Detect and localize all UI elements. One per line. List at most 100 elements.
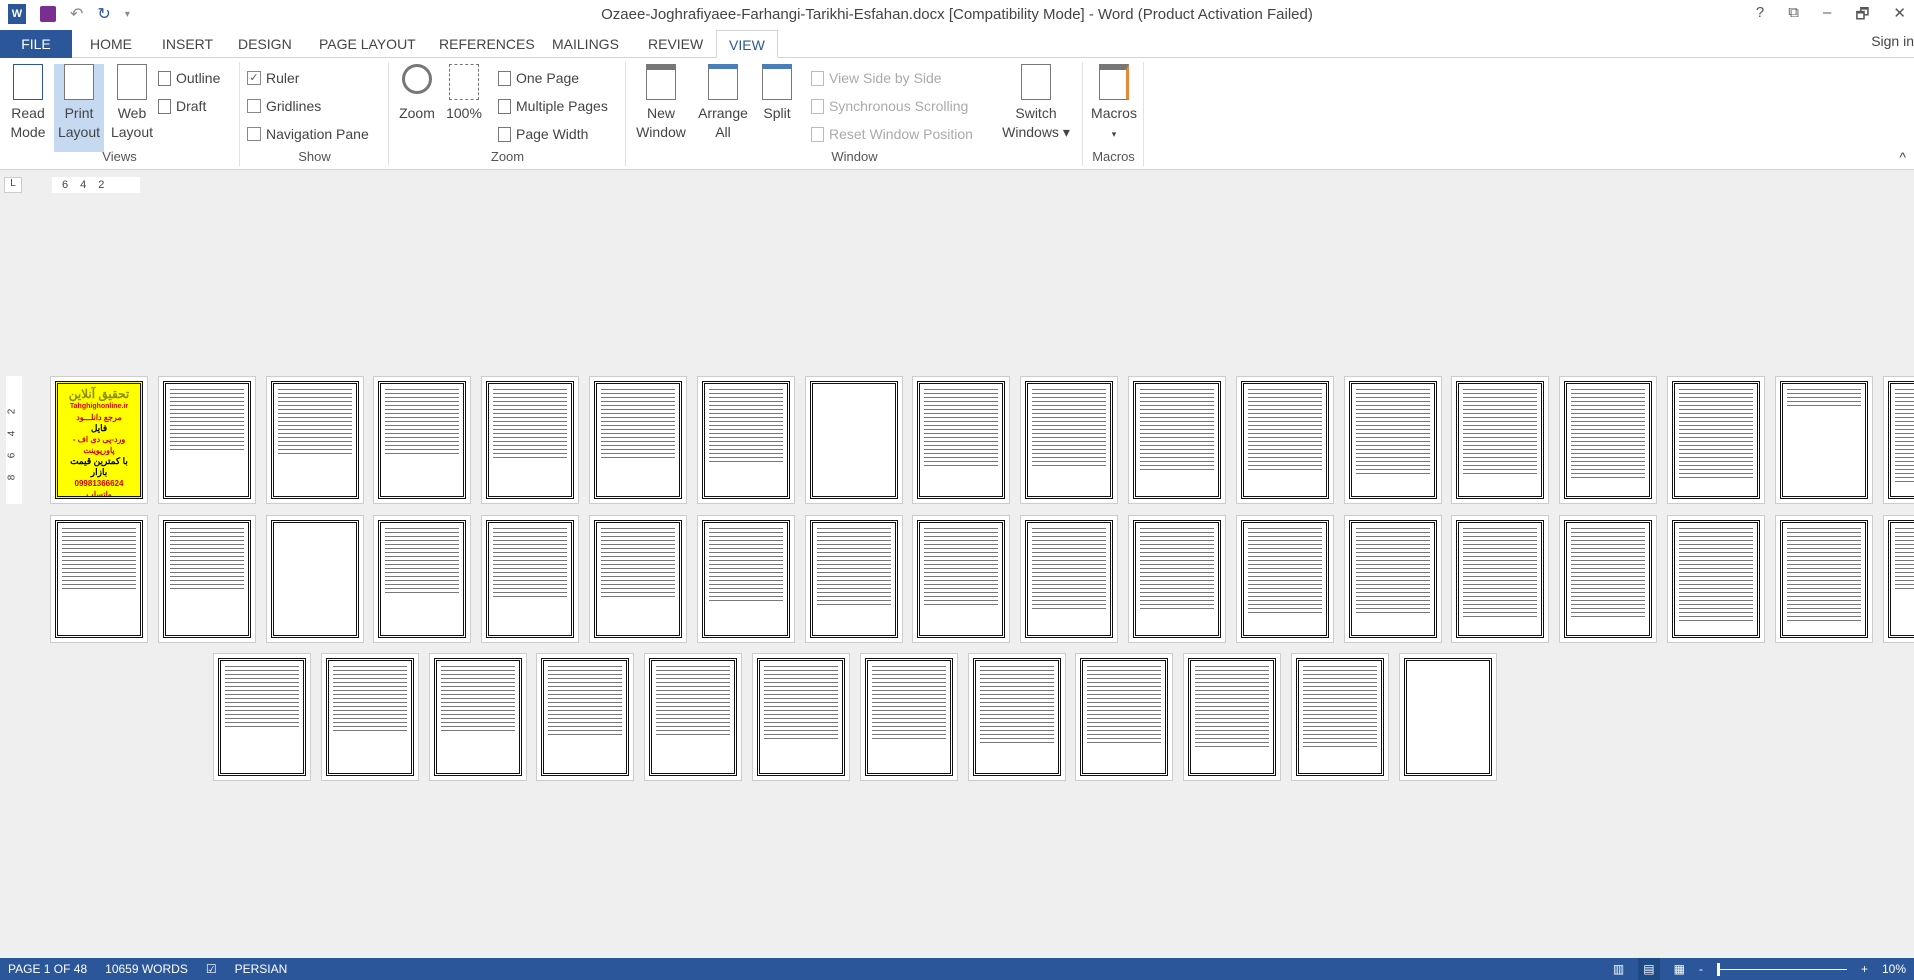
one-page-button[interactable]: One Page xyxy=(498,70,579,86)
help-icon[interactable]: ? xyxy=(1756,4,1764,29)
page-thumbnail[interactable] xyxy=(213,653,311,781)
collapse-ribbon-button[interactable]: ^ xyxy=(1899,149,1906,165)
page-count[interactable]: PAGE 1 OF 48 xyxy=(8,958,87,980)
proofing-icon[interactable]: ☑ xyxy=(206,958,217,980)
page-thumbnail[interactable] xyxy=(967,653,1066,781)
page-thumbnail[interactable] xyxy=(1235,376,1334,504)
page-thumbnail[interactable] xyxy=(1235,515,1334,643)
page-thumbnail[interactable] xyxy=(1075,653,1174,781)
page-thumbnail[interactable] xyxy=(859,653,958,781)
new-window-button[interactable]: New Window xyxy=(631,64,691,142)
page-thumbnail[interactable] xyxy=(589,515,687,643)
navigation-pane-checkbox[interactable]: Navigation Pane xyxy=(247,126,369,142)
web-layout-button[interactable]: Web Layout xyxy=(106,64,158,142)
read-mode-view-icon[interactable]: ▥ xyxy=(1613,958,1624,980)
page-thumbnail[interactable] xyxy=(912,515,1011,643)
page-thumbnail[interactable] xyxy=(1882,515,1914,643)
page-thumbnail[interactable] xyxy=(157,376,256,504)
macros-button[interactable]: Macros ▾ xyxy=(1088,64,1140,144)
page-thumbnail[interactable] xyxy=(157,515,256,643)
page-thumbnail[interactable] xyxy=(536,653,635,781)
restore-icon[interactable]: 🗗 xyxy=(1855,4,1869,29)
tab-page-layout[interactable]: PAGE LAYOUT xyxy=(307,30,428,58)
page-thumbnail[interactable]: تحقیق آنلاین Tahghighonline.ir مرجع دانلــ… xyxy=(50,376,148,504)
page-thumbnail[interactable] xyxy=(320,653,419,781)
switch-windows-button[interactable]: Switch Windows ▾ xyxy=(997,64,1075,142)
page-thumbnail[interactable] xyxy=(1774,376,1873,504)
page-thumbnail[interactable] xyxy=(1667,515,1765,643)
multiple-pages-button[interactable]: Multiple Pages xyxy=(498,98,608,114)
tab-mailings[interactable]: MAILINGS xyxy=(540,30,631,58)
arrange-all-button[interactable]: Arrange All xyxy=(693,64,753,142)
page-thumbnail[interactable] xyxy=(50,515,148,643)
page-thumbnail[interactable] xyxy=(1128,376,1226,504)
tab-review[interactable]: REVIEW xyxy=(636,30,715,58)
tab-selector[interactable]: L xyxy=(4,177,22,193)
page-thumbnail[interactable] xyxy=(589,376,687,504)
page-thumbnail[interactable] xyxy=(481,376,580,504)
web-layout-view-icon[interactable]: ▦ xyxy=(1674,958,1685,980)
page-thumbnail[interactable] xyxy=(373,515,472,643)
page-thumbnail[interactable] xyxy=(804,515,903,643)
page-thumbnail[interactable] xyxy=(696,515,795,643)
page-thumbnail[interactable] xyxy=(1774,515,1873,643)
page-thumbnail[interactable] xyxy=(1020,515,1119,643)
tab-view[interactable]: VIEW xyxy=(716,30,778,58)
split-button[interactable]: Split xyxy=(755,64,799,123)
draft-button[interactable]: Draft xyxy=(158,98,206,114)
page-thumbnail[interactable] xyxy=(644,653,743,781)
page-thumbnail[interactable] xyxy=(804,376,903,504)
gridlines-checkbox[interactable]: Gridlines xyxy=(247,98,321,114)
close-icon[interactable]: ✕ xyxy=(1893,4,1906,29)
print-layout-view-icon[interactable]: ▤ xyxy=(1638,958,1660,980)
page-thumbnail[interactable] xyxy=(373,376,472,504)
zoom-level[interactable]: 10% xyxy=(1882,958,1906,980)
view-side-by-side-button[interactable]: View Side by Side xyxy=(811,70,942,86)
vertical-ruler[interactable]: 2 4 6 8 xyxy=(6,376,22,504)
read-mode-button[interactable]: Read Mode xyxy=(4,64,52,142)
zoom-slider[interactable] xyxy=(1716,962,1847,976)
reset-window-position-button[interactable]: Reset Window Position xyxy=(811,126,973,142)
page-thumbnail[interactable] xyxy=(1667,376,1765,504)
page-thumbnail[interactable] xyxy=(1183,653,1282,781)
minimize-icon[interactable]: – xyxy=(1823,4,1831,29)
ruler-checkbox[interactable]: ✓ Ruler xyxy=(247,70,299,86)
tab-home[interactable]: HOME xyxy=(78,30,144,58)
page-thumbnail[interactable] xyxy=(1398,653,1497,781)
ribbon-display-icon[interactable]: ⧉ xyxy=(1788,4,1799,29)
tab-insert[interactable]: INSERT xyxy=(150,30,225,58)
synchronous-scrolling-button[interactable]: Synchronous Scrolling xyxy=(811,98,968,114)
page-thumbnail[interactable] xyxy=(1128,515,1226,643)
page-thumbnail[interactable] xyxy=(1559,515,1658,643)
zoom-in-button[interactable]: + xyxy=(1861,958,1868,980)
outline-button[interactable]: Outline xyxy=(158,70,220,86)
sign-in-link[interactable]: Sign in xyxy=(1871,33,1914,49)
zoom-100-button[interactable]: 100% xyxy=(442,64,486,123)
print-layout-button[interactable]: Print Layout xyxy=(54,64,104,152)
page-width-icon xyxy=(498,126,511,142)
page-thumbnail[interactable] xyxy=(1882,376,1914,504)
page-thumbnail[interactable] xyxy=(1559,376,1658,504)
page-thumbnail[interactable] xyxy=(1343,376,1442,504)
page-thumbnail[interactable] xyxy=(696,376,795,504)
language[interactable]: PERSIAN xyxy=(235,958,288,980)
page-thumbnail[interactable] xyxy=(1343,515,1442,643)
page-thumbnail[interactable] xyxy=(265,376,364,504)
word-count[interactable]: 10659 WORDS xyxy=(105,958,188,980)
page-thumbnail[interactable] xyxy=(752,653,850,781)
page-thumbnail[interactable] xyxy=(912,376,1011,504)
tab-references[interactable]: REFERENCES xyxy=(427,30,547,58)
page-thumbnail[interactable] xyxy=(481,515,580,643)
horizontal-ruler[interactable]: 642 xyxy=(52,177,140,193)
page-thumbnail[interactable] xyxy=(1451,515,1550,643)
page-thumbnail[interactable] xyxy=(428,653,527,781)
page-thumbnail[interactable] xyxy=(1020,376,1119,504)
tab-design[interactable]: DESIGN xyxy=(226,30,304,58)
page-thumbnail[interactable] xyxy=(1451,376,1550,504)
page-thumbnail[interactable] xyxy=(1291,653,1389,781)
page-width-button[interactable]: Page Width xyxy=(498,126,588,142)
tab-file[interactable]: FILE xyxy=(0,30,72,58)
zoom-button[interactable]: Zoom xyxy=(394,64,440,123)
page-thumbnail[interactable] xyxy=(265,515,364,643)
zoom-out-button[interactable]: - xyxy=(1699,958,1703,980)
